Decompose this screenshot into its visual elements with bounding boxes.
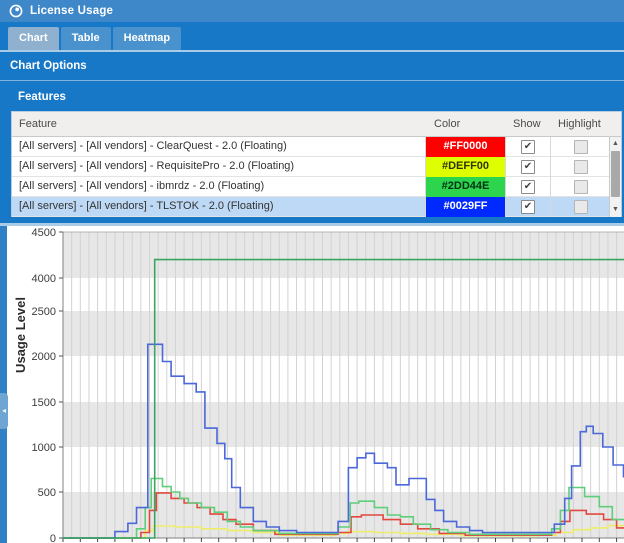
svg-text:0: 0: [50, 533, 56, 543]
highlight-checkbox[interactable]: [574, 140, 588, 154]
tab-table[interactable]: Table: [61, 27, 111, 50]
svg-text:4500: 4500: [32, 227, 56, 239]
feature-name: [All servers] - [All vendors] - ibmrdz -…: [12, 177, 425, 197]
features-table-header: Feature Color Show Highlight: [12, 112, 621, 137]
svg-text:500: 500: [38, 487, 56, 499]
highlight-checkbox[interactable]: [574, 200, 588, 214]
svg-text:2000: 2000: [32, 351, 56, 363]
svg-text:4000: 4000: [32, 273, 56, 285]
show-checkbox[interactable]: [521, 160, 535, 174]
feature-name: [All servers] - [All vendors] - Requisit…: [12, 157, 425, 177]
column-header-feature[interactable]: Feature: [19, 112, 57, 137]
features-section-header[interactable]: Features: [8, 84, 624, 111]
scrollbar-thumb[interactable]: [611, 151, 620, 197]
tab-bar: Chart Table Heatmap: [0, 22, 624, 50]
show-checkbox[interactable]: [521, 140, 535, 154]
color-swatch[interactable]: #0029FF: [425, 197, 505, 217]
features-table: Feature Color Show Highlight [All server…: [11, 111, 622, 217]
feature-name: [All servers] - [All vendors] - ClearQue…: [12, 137, 425, 157]
feature-row[interactable]: [All servers] - [All vendors] - TLSTOK -…: [12, 197, 610, 217]
chart-options-header[interactable]: Chart Options: [0, 52, 624, 81]
scroll-down-icon[interactable]: ▼: [610, 204, 621, 216]
tab-chart[interactable]: Chart: [8, 27, 59, 50]
features-scrollbar[interactable]: ▲ ▼: [609, 137, 621, 217]
show-checkbox[interactable]: [521, 200, 535, 214]
highlight-checkbox[interactable]: [574, 160, 588, 174]
feature-name: [All servers] - [All vendors] - TLSTOK -…: [12, 197, 425, 217]
feature-row[interactable]: [All servers] - [All vendors] - Requisit…: [12, 157, 610, 177]
app-icon: [9, 4, 23, 18]
usage-chart: 4500 4000 2500 2000 1500 1000 500 0: [0, 226, 624, 543]
title-bar: License Usage: [0, 0, 624, 22]
highlight-checkbox[interactable]: [574, 180, 588, 194]
color-swatch[interactable]: #DEFF00: [425, 157, 505, 177]
column-header-color[interactable]: Color: [434, 112, 460, 137]
color-swatch[interactable]: #FF0000: [425, 137, 505, 157]
column-header-highlight[interactable]: Highlight: [558, 112, 601, 137]
svg-text:1000: 1000: [32, 442, 56, 454]
svg-text:1500: 1500: [32, 397, 56, 409]
window-title: License Usage: [30, 5, 113, 17]
features-panel: Features Feature Color Show Highlight [A…: [8, 84, 624, 223]
show-checkbox[interactable]: [521, 180, 535, 194]
tab-heatmap[interactable]: Heatmap: [113, 27, 181, 50]
svg-text:2500: 2500: [32, 306, 56, 318]
color-swatch[interactable]: #2DD44E: [425, 177, 505, 197]
license-usage-window: License Usage Chart Table Heatmap Chart …: [0, 0, 624, 543]
feature-row[interactable]: [All servers] - [All vendors] - ClearQue…: [12, 137, 610, 157]
scroll-up-icon[interactable]: ▲: [610, 138, 621, 150]
feature-row[interactable]: [All servers] - [All vendors] - ibmrdz -…: [12, 177, 610, 197]
column-header-show[interactable]: Show: [513, 112, 541, 137]
